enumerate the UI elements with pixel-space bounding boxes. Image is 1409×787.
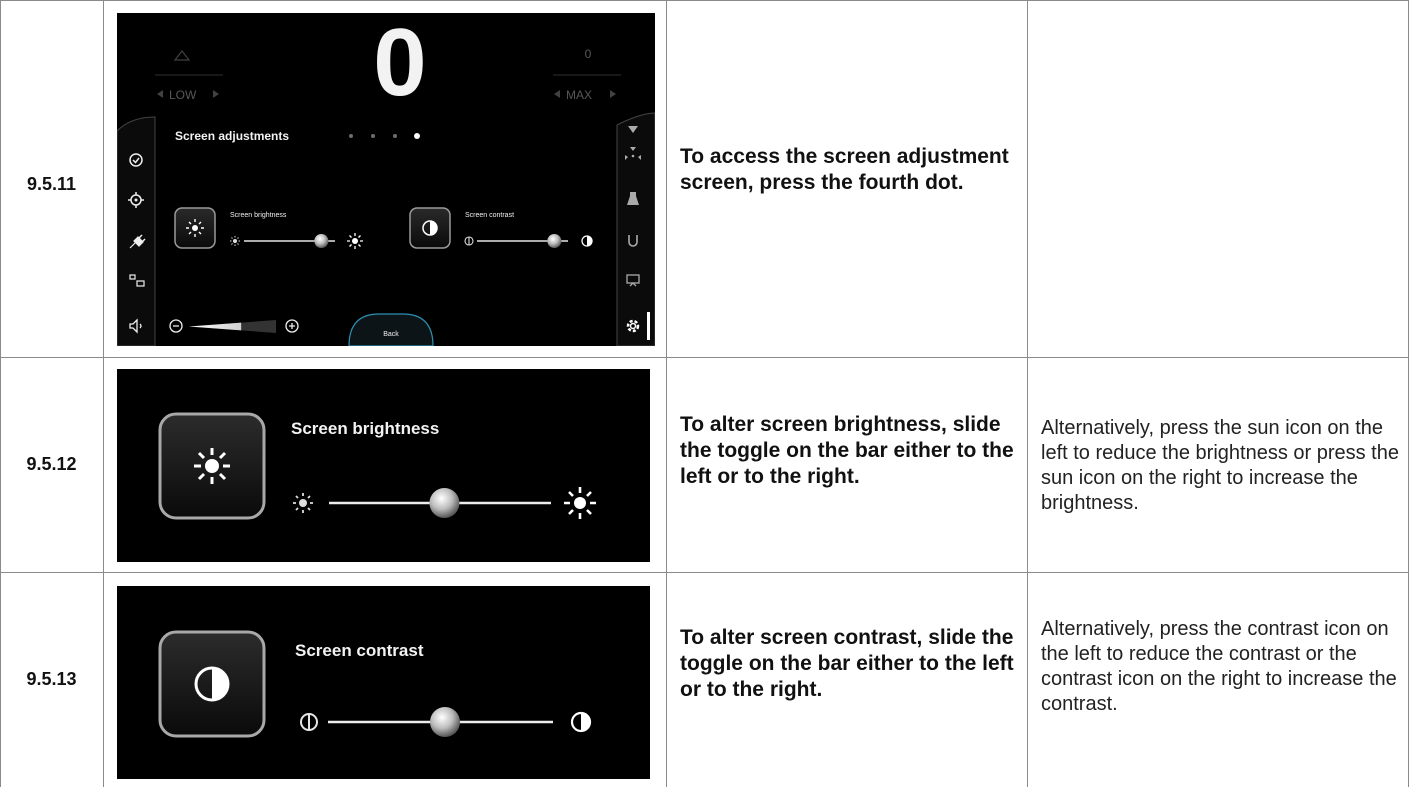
brightness-button[interactable] — [174, 207, 216, 249]
low-label: LOW — [169, 88, 197, 102]
header-low-indicator: LOW — [155, 50, 223, 102]
back-button[interactable]: Back — [348, 313, 434, 346]
brightness-increase-icon[interactable] — [347, 233, 363, 249]
contrast-label: Screen contrast — [465, 212, 514, 219]
column-divider-3 — [1027, 0, 1028, 787]
arrow-right-icon — [610, 90, 616, 98]
screenshot-contrast-control: Screen contrast — [117, 586, 650, 779]
page-dot[interactable] — [349, 134, 353, 138]
back-label: Back — [383, 331, 399, 338]
column-divider-2 — [666, 0, 667, 787]
step-number: 9.5.11 — [26, 174, 77, 194]
brightness-label: Screen brightness — [230, 212, 287, 219]
header-max-indicator: 0 MAX — [553, 47, 621, 102]
contrast-label: Screen contrast — [295, 641, 424, 660]
page-dot[interactable] — [393, 134, 397, 138]
step-number: 9.5.12 — [26, 454, 77, 474]
screenshot-brightness-control: Screen brightness — [117, 369, 650, 562]
contrast-slider-thumb[interactable] — [547, 234, 562, 248]
contrast-slider-thumb[interactable] — [430, 707, 460, 737]
column-divider-1 — [103, 0, 104, 787]
instruction-table: 9.5.11 To access the screen adjustment s… — [0, 0, 1409, 787]
arrow-right-icon — [213, 90, 219, 98]
volume-decrease-icon[interactable] — [169, 319, 183, 333]
brightness-decrease-icon[interactable] — [230, 236, 240, 246]
step-number: 9.5.13 — [26, 669, 77, 689]
brightness-increase-icon[interactable] — [564, 487, 596, 519]
page-dot-active[interactable] — [414, 133, 420, 139]
max-label: MAX — [566, 88, 592, 102]
instruction-text: To alter screen contrast, slide the togg… — [680, 626, 1014, 701]
page-dot[interactable] — [371, 134, 375, 138]
left-sidebar — [117, 116, 156, 346]
brightness-decrease-icon[interactable] — [293, 493, 313, 513]
brightness-slider-thumb[interactable] — [314, 234, 329, 248]
contrast-increase-icon[interactable] — [570, 711, 592, 733]
brightness-label: Screen brightness — [291, 419, 439, 438]
contrast-button[interactable] — [158, 630, 266, 738]
instruction-text: To access the screen adjustment screen, … — [680, 145, 1009, 194]
contrast-increase-icon[interactable] — [581, 235, 593, 247]
table-border-top — [0, 0, 1409, 1]
arrow-left-icon — [157, 90, 163, 98]
row-divider-2 — [0, 572, 1409, 573]
page-dots[interactable] — [349, 133, 420, 139]
center-value: 0 — [373, 13, 426, 116]
right-sidebar — [616, 112, 655, 346]
warning-icon — [173, 50, 191, 61]
note-text: Alternatively, press the sun icon on the… — [1041, 417, 1399, 514]
panel-title: Screen adjustments — [175, 129, 289, 143]
note-text: Alternatively, press the contrast icon o… — [1041, 618, 1397, 715]
volume-increase-icon[interactable] — [285, 319, 299, 333]
screenshot-screen-adjustments: LOW 0 0 MAX Screen adjustments Screen br… — [117, 13, 655, 346]
brightness-button[interactable] — [158, 412, 266, 520]
contrast-button[interactable] — [409, 207, 451, 249]
instruction-text: To alter screen brightness, slide the to… — [680, 413, 1014, 488]
arrow-left-icon — [554, 90, 560, 98]
contrast-decrease-icon[interactable] — [464, 236, 474, 246]
right-value: 0 — [585, 47, 592, 61]
row-divider-1 — [0, 357, 1409, 358]
volume-slider-fill[interactable] — [189, 322, 242, 331]
active-tab-indicator — [647, 312, 650, 340]
brightness-slider-thumb[interactable] — [429, 488, 460, 518]
contrast-decrease-icon[interactable] — [300, 713, 318, 731]
